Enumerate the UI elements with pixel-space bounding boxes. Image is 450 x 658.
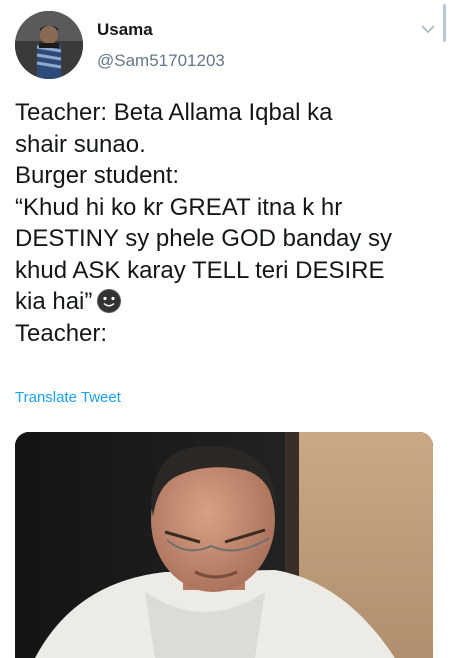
scrollbar[interactable]	[443, 4, 446, 42]
tweet-text-line: Teacher:	[15, 319, 108, 347]
smiling-face-emoji-icon	[96, 288, 122, 314]
tweet-text-line: Teacher: Beta Allama Iqbal ka	[15, 99, 333, 126]
tweet-media-image[interactable]	[15, 432, 433, 658]
tweet-text-line: “Khud hi ko kr GREAT itna k hr	[15, 193, 343, 221]
tweet-text-line: khud ASK karay TELL teri DESIRE	[15, 256, 385, 284]
tweet-text: Teacher: Beta Allama Iqbal ka shair suna…	[15, 97, 440, 349]
tweet-text-line-with-emoji: kia hai”	[15, 286, 440, 318]
chevron-down-icon[interactable]	[420, 22, 436, 36]
tweet-card: Usama @Sam51701203 Teacher: Beta Allama …	[0, 0, 450, 658]
avatar[interactable]	[15, 11, 83, 79]
tweet-text-line: Burger student:	[15, 162, 180, 189]
tweet-text-fragment: kia hai”	[15, 288, 93, 315]
translate-tweet-link[interactable]: Translate Tweet	[15, 389, 121, 406]
display-name[interactable]: Usama	[97, 20, 153, 40]
user-handle[interactable]: @Sam51701203	[97, 51, 225, 71]
tweet-text-line: shair sunao.	[15, 130, 146, 158]
tweet-text-line: DESTINY sy phele GOD banday sy	[15, 225, 393, 252]
